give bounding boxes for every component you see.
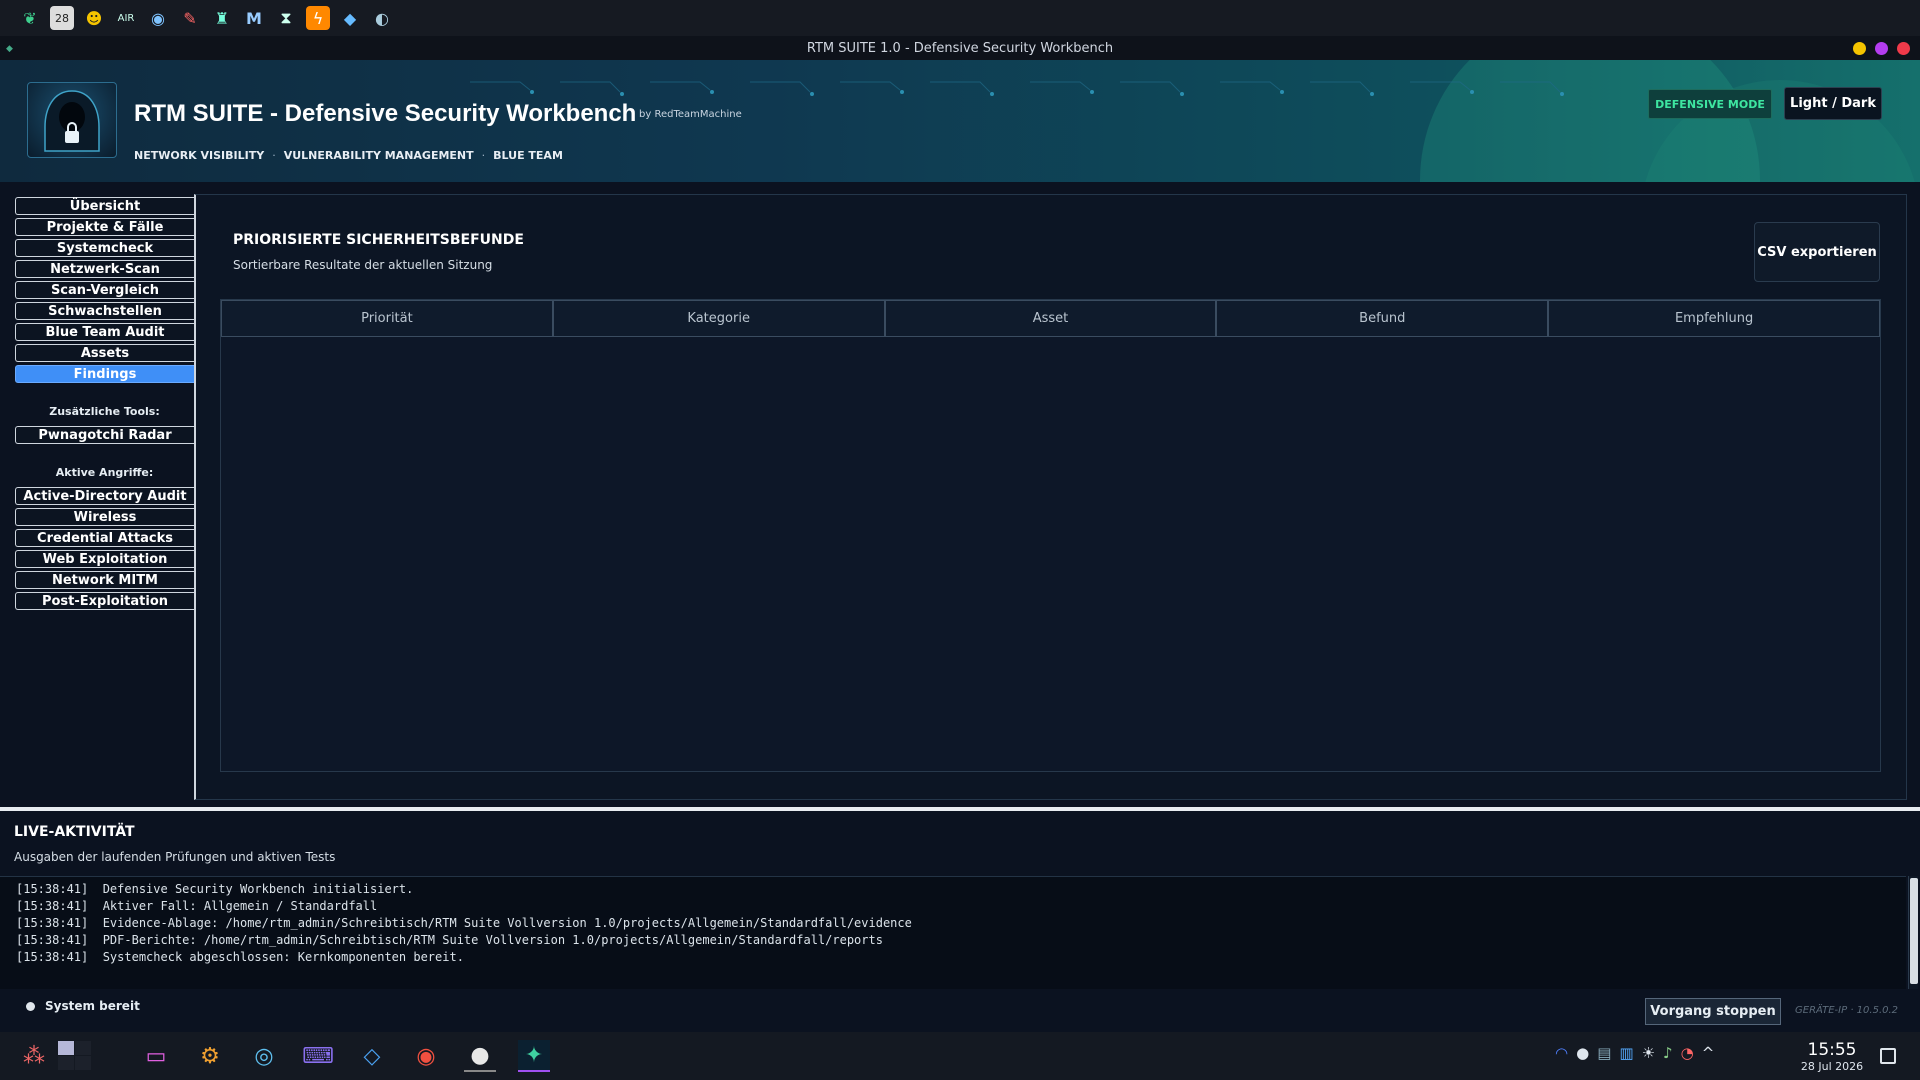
column-header-finding[interactable]: Befund <box>1216 300 1549 337</box>
findings-table: Priorität Kategorie Asset Befund Empfehl… <box>220 299 1881 772</box>
sidebar-item-systemcheck[interactable]: Systemcheck <box>15 239 194 257</box>
github-icon[interactable]: ● <box>464 1040 496 1072</box>
live-activity-title: LIVE-AKTIVITÄT <box>14 824 135 840</box>
window-titlebar: ◆ RTM SUITE 1.0 - Defensive Security Wor… <box>0 36 1920 60</box>
subnav-blue-team: BLUE TEAM <box>493 149 563 162</box>
log-scrollbar[interactable] <box>1908 876 1918 989</box>
clipboard-icon[interactable]: ▤ <box>1597 1044 1611 1062</box>
log-line: [15:38:41] Systemcheck abgeschlossen: Ke… <box>16 950 464 964</box>
log-line: [15:38:41] Evidence-Ablage: /home/rtm_ad… <box>16 916 912 930</box>
sidebar-item-post-exploitation[interactable]: Post-Exploitation <box>15 592 194 610</box>
sidebar-item-overview[interactable]: Übersicht <box>15 197 194 215</box>
syringe-icon[interactable]: ✎ <box>178 6 202 30</box>
air-tool-icon[interactable]: AIR <box>114 6 138 30</box>
panel-title: PRIORISIERTE SICHERHEITSBEFUNDE <box>233 232 524 248</box>
sidebar-item-pwnagotchi-radar[interactable]: Pwnagotchi Radar <box>15 426 194 444</box>
android-icon[interactable]: ♜ <box>210 6 234 30</box>
sidebar-item-network-mitm[interactable]: Network MITM <box>15 571 194 589</box>
network-tool-icon[interactable]: ◐ <box>370 6 394 30</box>
clock-time: 15:55 <box>1807 1040 1857 1060</box>
active-attacks-label: Aktive Angriffe: <box>55 466 154 479</box>
subnav-separator: · <box>481 149 486 162</box>
sidebar-item-ad-audit[interactable]: Active-Directory Audit <box>15 487 194 505</box>
clock-date: 28 Jul 2026 <box>1800 1060 1864 1073</box>
device-ip: GERÄTE-IP · 10.5.0.2 <box>1795 1005 1899 1016</box>
sidebar-item-assets[interactable]: Assets <box>15 344 194 362</box>
github-tray-icon[interactable]: ● <box>1576 1044 1589 1062</box>
header-subnav: NETWORK VISIBILITY · VULNERABILITY MANAG… <box>134 149 563 162</box>
sidebar-item-wireless[interactable]: Wireless <box>15 508 194 526</box>
sidebar-item-scan-compare[interactable]: Scan-Vergleich <box>15 281 194 299</box>
sidebar-item-credential-attacks[interactable]: Credential Attacks <box>15 529 194 547</box>
firefox-icon[interactable]: ◉ <box>410 1040 442 1072</box>
subnav-separator: · <box>272 149 276 162</box>
subnav-network-visibility: NETWORK VISIBILITY <box>134 149 265 162</box>
hourglass-icon[interactable]: ⧗ <box>274 6 298 30</box>
sidebar-item-findings[interactable]: Findings <box>15 365 194 383</box>
maximize-button[interactable] <box>1875 42 1888 55</box>
alien-head-icon[interactable]: ◉ <box>146 6 170 30</box>
tray-expand-icon[interactable]: ^ <box>1702 1044 1715 1062</box>
log-line: [15:38:41] Defensive Security Workbench … <box>16 882 414 896</box>
sidebar-item-network-scan[interactable]: Netzwerk-Scan <box>15 260 194 278</box>
status-dot-icon <box>26 1001 35 1011</box>
column-header-asset[interactable]: Asset <box>884 300 1217 337</box>
close-button[interactable] <box>1897 42 1910 55</box>
burp-icon[interactable]: ϟ <box>306 6 330 30</box>
workspace-switcher[interactable] <box>58 1040 92 1072</box>
show-desktop-button[interactable] <box>1880 1048 1896 1064</box>
mode-badge: DEFENSIVE MODE <box>1648 89 1772 119</box>
brightness-icon[interactable]: ☀ <box>1642 1044 1655 1062</box>
settings-icon[interactable]: ⚙ <box>194 1040 226 1072</box>
stop-process-button[interactable]: Vorgang stoppen <box>1645 998 1781 1025</box>
subnav-vulnerability-management: VULNERABILITY MANAGEMENT <box>283 149 474 162</box>
rtm-suite-taskbar-icon[interactable]: ✦ <box>518 1040 550 1072</box>
alien-face-icon[interactable]: ☻ <box>82 6 106 30</box>
log-line: [15:38:41] PDF-Berichte: /home/rtm_admin… <box>16 933 883 947</box>
extra-tools-label: Zusätzliche Tools: <box>49 405 160 418</box>
scrollbar-thumb[interactable] <box>1910 878 1918 984</box>
live-activity-subtitle: Ausgaben der laufenden Prüfungen und akt… <box>14 850 336 864</box>
log-line: [15:38:41] Aktiver Fall: Allgemein / Sta… <box>16 899 378 913</box>
column-header-category[interactable]: Kategorie <box>552 300 885 337</box>
sidebar-item-vulnerabilities[interactable]: Schwachstellen <box>15 302 194 320</box>
terminal-icon[interactable]: ⌨ <box>302 1040 334 1072</box>
hacker-logo-icon <box>27 82 117 158</box>
clock[interactable]: 15:55 28 Jul 2026 <box>1794 1040 1870 1073</box>
sidebar-item-projects[interactable]: Projekte & Fälle <box>15 218 194 236</box>
metasploit-icon[interactable]: M <box>242 6 266 30</box>
status-indicator: System bereit <box>26 999 140 1013</box>
browser-icon[interactable]: ◎ <box>248 1040 280 1072</box>
launcher-icon[interactable]: ❦ <box>18 6 42 30</box>
calendar-icon[interactable]: 28 <box>50 6 74 30</box>
csv-export-button[interactable]: CSV exportieren <box>1754 222 1880 282</box>
window-controls <box>1853 42 1910 55</box>
theme-toggle-button[interactable]: Light / Dark <box>1784 87 1882 120</box>
column-header-recommendation[interactable]: Empfehlung <box>1548 300 1880 337</box>
sidebar-item-web-exploitation[interactable]: Web Exploitation <box>15 550 194 568</box>
panel-subtitle: Sortierbare Resultate der aktuellen Sitz… <box>233 258 493 272</box>
code-editor-icon[interactable]: ◇ <box>356 1040 388 1072</box>
app-menu-icon[interactable]: ◆ <box>6 44 13 54</box>
folder-icon[interactable]: ▭ <box>140 1040 172 1072</box>
sidebar-item-blue-team-audit[interactable]: Blue Team Audit <box>15 323 194 341</box>
app-launcher-icon[interactable]: ⁂ <box>18 1040 50 1072</box>
window-title: RTM SUITE 1.0 - Defensive Security Workb… <box>806 40 1114 56</box>
notes-icon[interactable]: ▥ <box>1619 1044 1633 1062</box>
status-text: System bereit <box>45 999 140 1013</box>
volume-icon[interactable]: ♪ <box>1663 1044 1673 1062</box>
system-tray: ◠ ● ▤ ▥ ☀ ♪ ◔ ^ <box>1555 1044 1714 1062</box>
app-title: RTM SUITE - Defensive Security Workbench <box>134 100 637 127</box>
app-byline: by RedTeamMachine <box>639 109 742 120</box>
system-top-bar: ❦ 28 ☻ AIR ◉ ✎ ♜ M ⧗ ϟ ◆ ◐ <box>0 0 1920 36</box>
column-header-priority[interactable]: Priorität <box>221 300 553 337</box>
vpn-icon[interactable]: ◠ <box>1555 1044 1568 1062</box>
table-header: Priorität Kategorie Asset Befund Empfehl… <box>221 300 1880 337</box>
activity-log[interactable]: [15:38:41] Defensive Security Workbench … <box>0 876 1906 989</box>
minimize-button[interactable] <box>1853 42 1866 55</box>
wireshark-icon[interactable]: ◆ <box>338 6 362 30</box>
wifi-icon[interactable]: ◔ <box>1681 1044 1694 1062</box>
